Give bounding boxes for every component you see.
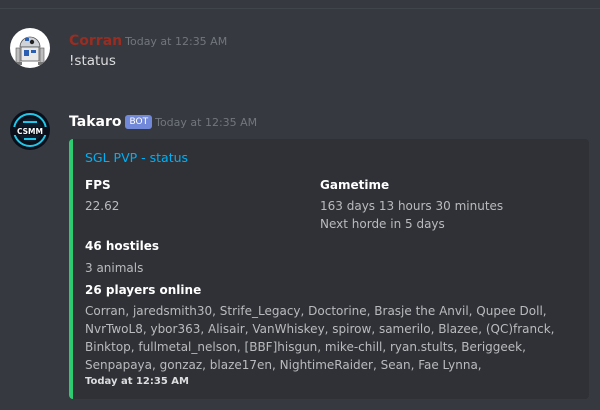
csmm-logo-avatar-icon[interactable]: CSMM <box>10 110 50 150</box>
embed-title-link[interactable]: SGL PVP - status <box>85 150 188 165</box>
message-header: Corran Today at 12:35 AM <box>69 30 227 49</box>
animals-value: 3 animals <box>85 261 144 275</box>
fps-value: 22.62 <box>85 199 120 213</box>
message-header: Takaro BOT Today at 12:35 AM <box>69 111 257 130</box>
embed-footer-timestamp: Today at 12:35 AM <box>85 376 189 387</box>
message-corran: Corran Today at 12:35 AM !status <box>0 0 600 90</box>
author-name[interactable]: Takaro <box>69 114 121 130</box>
fps-label: FPS <box>85 178 111 192</box>
status-embed: SGL PVP - status FPS 22.62 Gametime 163 … <box>69 139 589 399</box>
next-horde-value: Next horde in 5 days <box>320 217 445 231</box>
gametime-label: Gametime <box>320 178 390 192</box>
message-content: !status <box>69 53 116 69</box>
gametime-value: 163 days 13 hours 30 minutes <box>320 199 504 213</box>
bot-badge: BOT <box>125 115 153 129</box>
author-name[interactable]: Corran <box>69 33 122 49</box>
svg-text:CSMM: CSMM <box>17 127 43 136</box>
r2d2-avatar-icon[interactable] <box>10 28 50 68</box>
message-timestamp: Today at 12:35 AM <box>125 35 228 48</box>
message-timestamp: Today at 12:35 AM <box>155 116 258 129</box>
hostiles-label: 46 hostiles <box>85 239 160 253</box>
players-list: Corran, jaredsmith30, Strife_Legacy, Doc… <box>85 304 555 372</box>
players-online-label: 26 players online <box>85 283 202 297</box>
